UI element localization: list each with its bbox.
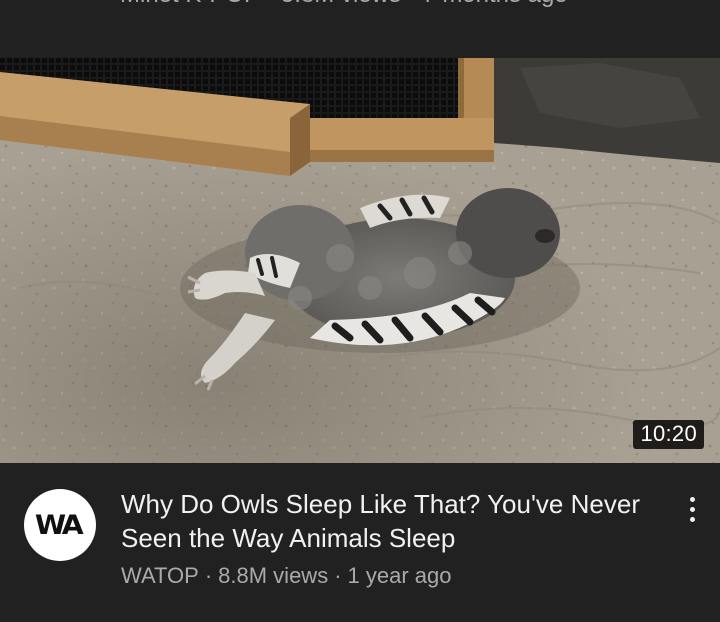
- channel-name[interactable]: WATOP: [121, 563, 199, 588]
- more-vert-icon[interactable]: [676, 493, 708, 525]
- menu-dot: [689, 516, 695, 522]
- meta-separator: ·: [334, 563, 342, 588]
- previous-video-meta-row: Mihet K-POP · 5.8M views · 7 months ago: [0, 0, 720, 58]
- menu-dot: [689, 496, 695, 502]
- channel-avatar[interactable]: WA: [24, 489, 96, 561]
- upload-age: 1 year ago: [347, 563, 452, 588]
- duration-badge: 10:20: [633, 420, 704, 449]
- previous-video-meta: Mihet K-POP · 5.8M views · 7 months ago: [120, 0, 568, 9]
- menu-dot: [689, 506, 695, 512]
- thumbnail-image: [0, 58, 720, 463]
- meta-separator: ·: [204, 563, 213, 588]
- video-info-row[interactable]: WA Why Do Owls Sleep Like That? You've N…: [0, 463, 720, 622]
- video-thumbnail[interactable]: 10:20: [0, 58, 720, 463]
- video-title[interactable]: Why Do Owls Sleep Like That? You've Neve…: [121, 487, 641, 555]
- view-count: 8.8M views: [218, 563, 329, 588]
- video-meta: WATOP · 8.8M views · 1 year ago: [121, 563, 452, 589]
- channel-avatar-logo: WA: [35, 509, 84, 541]
